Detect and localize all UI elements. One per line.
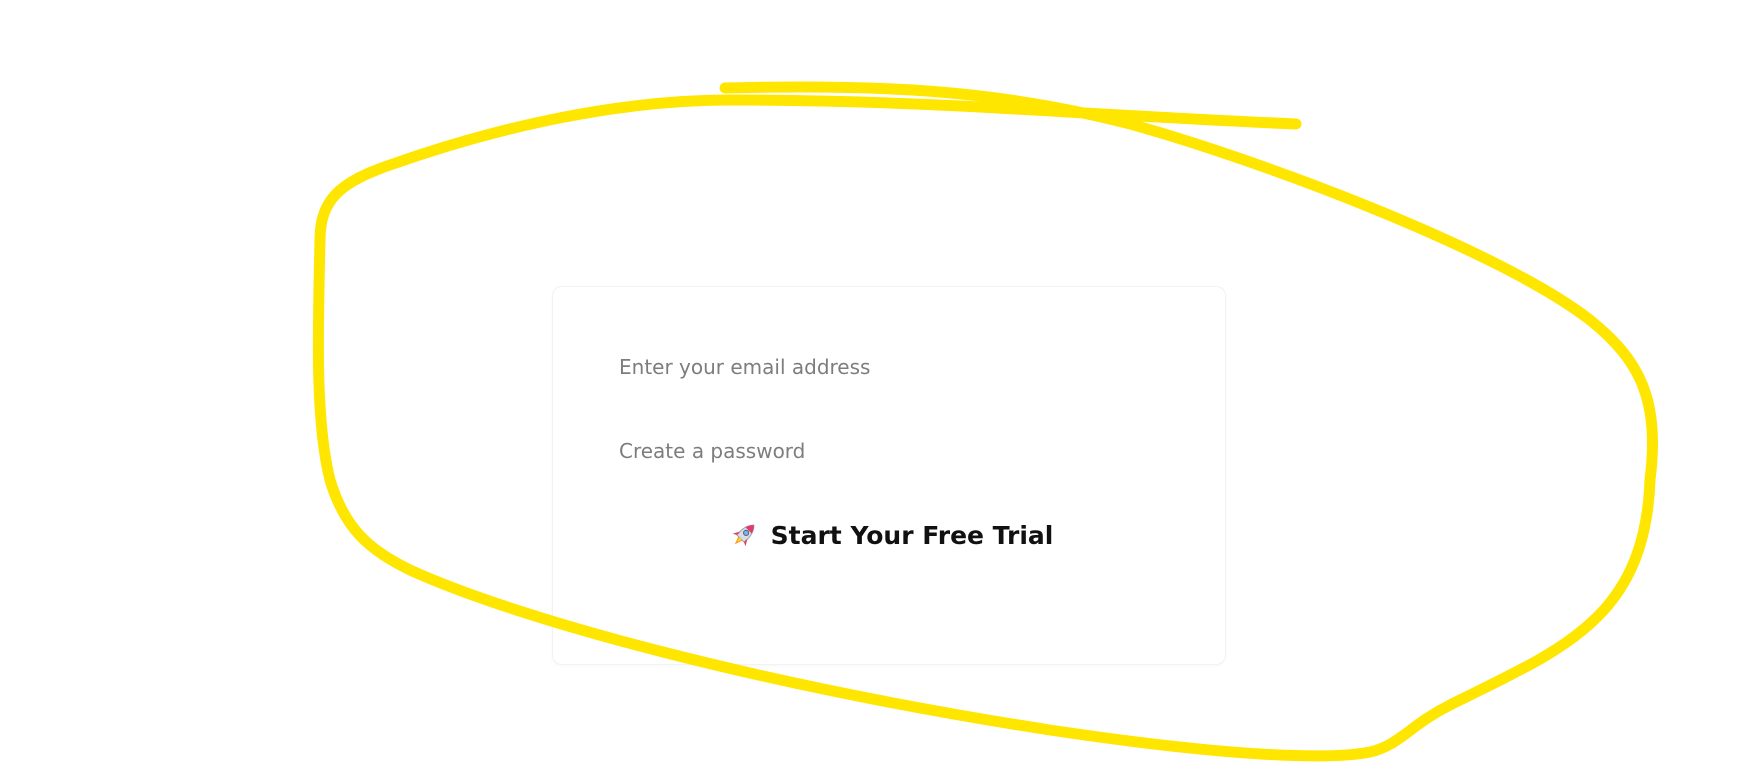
start-free-trial-label: Start Your Free Trial: [770, 520, 1054, 550]
signup-card: Start Your Free Trial: [552, 286, 1226, 665]
page: Start Your Free Trial: [0, 0, 1749, 766]
password-field[interactable]: [617, 429, 1163, 473]
rocket-icon: [727, 518, 761, 552]
start-free-trial-button[interactable]: Start Your Free Trial: [713, 509, 1067, 561]
email-field[interactable]: [617, 345, 1163, 389]
